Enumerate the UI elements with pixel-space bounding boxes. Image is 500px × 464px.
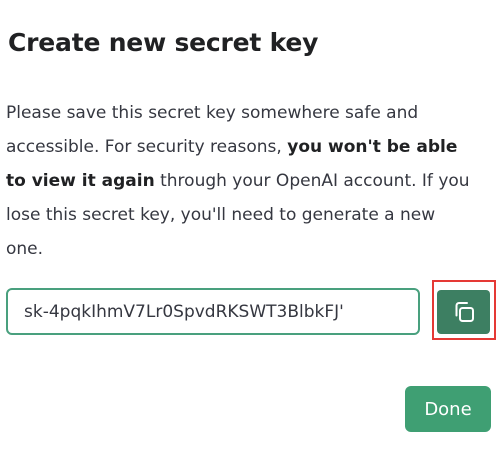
secret-key-dialog: Create new secret key Please save this s… xyxy=(0,0,500,464)
copy-icon xyxy=(452,300,476,324)
done-button[interactable]: Done xyxy=(405,386,491,432)
dialog-title: Create new secret key xyxy=(8,28,319,57)
secret-key-field[interactable] xyxy=(6,288,420,335)
dialog-description: Please save this secret key somewhere sa… xyxy=(6,96,476,266)
copy-button[interactable] xyxy=(437,290,490,334)
